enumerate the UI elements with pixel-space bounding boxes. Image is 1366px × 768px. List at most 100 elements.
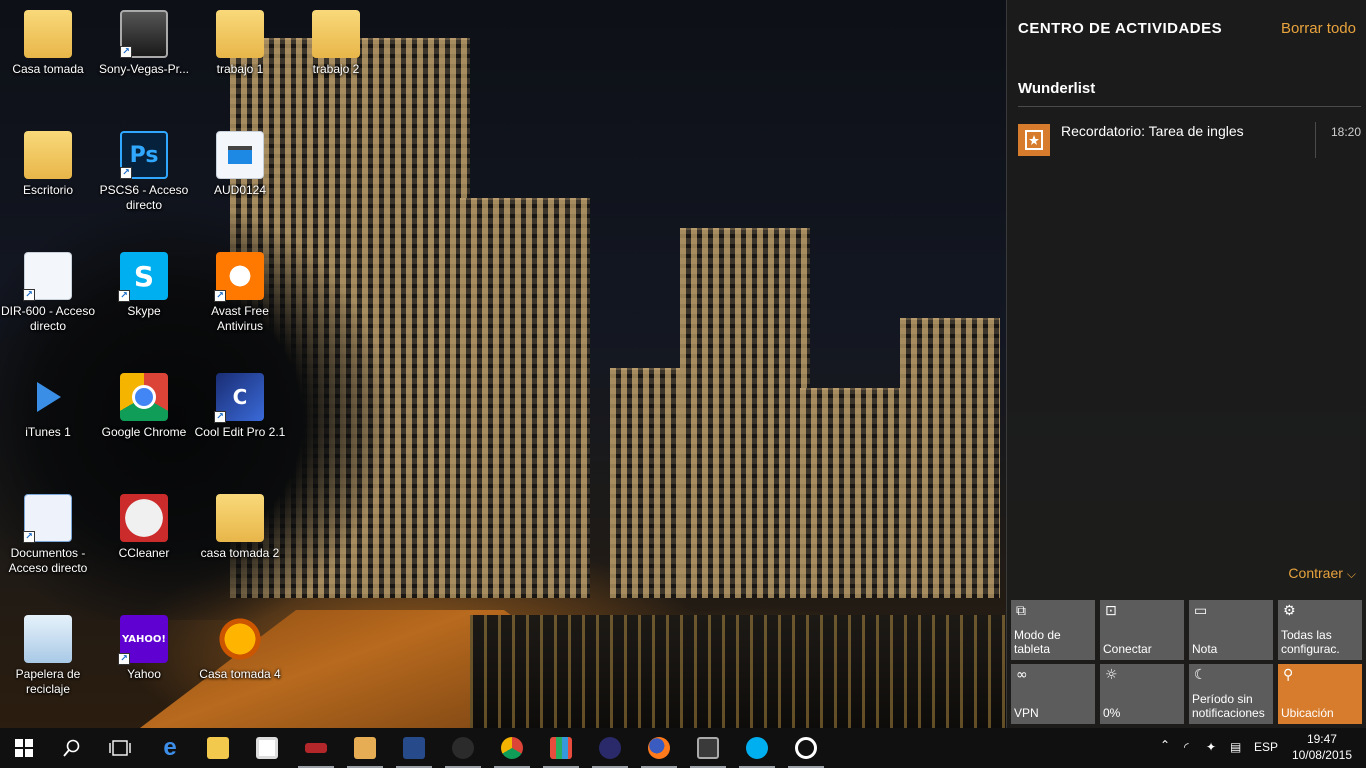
language-indicator[interactable]: ESP (1254, 740, 1278, 754)
tile-quiet-hours[interactable]: ☾ Período sin notificaciones (1189, 664, 1273, 724)
taskbar-edge[interactable]: e (146, 728, 194, 768)
tile-vpn[interactable]: ∞ VPN (1011, 664, 1095, 724)
wallpaper-water (470, 615, 1010, 728)
taskbar-app-red[interactable] (292, 728, 340, 768)
wallpaper-building (800, 388, 910, 598)
location-icon: ⚲ (1283, 667, 1294, 683)
system-tray: ⌃ ◜ ✦ ▤ ESP 19:47 10/08/2015 (1146, 728, 1366, 768)
desktop-icon-casa-tomada[interactable]: Casa tomada (0, 4, 96, 116)
tile-connect[interactable]: ⊡ Conectar (1100, 600, 1184, 660)
collapse-label: Contraer (1288, 565, 1343, 581)
apps-grid-icon (550, 737, 572, 759)
task-view-button[interactable] (96, 728, 144, 768)
wallpaper-building (680, 228, 810, 598)
desktop-icon-papelera[interactable]: Papelera de reciclaje (0, 609, 96, 721)
gamepad-app-icon (452, 737, 474, 759)
desktop-icon-cool-edit[interactable]: C ↗ Cool Edit Pro 2.1 (192, 367, 288, 479)
action-center-icon[interactable]: ▤ (1230, 740, 1241, 754)
desktop-icon-dir600[interactable]: ↗ DIR-600 - Acceso directo (0, 246, 96, 358)
desktop-icon-casa-tomada-2[interactable]: casa tomada 2 (192, 488, 288, 600)
settings-icon: ⚙ (1283, 603, 1296, 619)
tile-location[interactable]: ⚲ Ubicación (1278, 664, 1362, 724)
desktop-icon-itunes[interactable]: iTunes 1 (0, 367, 96, 479)
tile-tablet-mode[interactable]: ⧉ Modo de tableta (1011, 600, 1095, 660)
yahoo-icon: YAHOO! ↗ (118, 615, 168, 665)
start-icon (15, 739, 33, 757)
folder-icon (312, 10, 360, 58)
tile-all-settings[interactable]: ⚙ Todas las configurac. (1278, 600, 1362, 660)
firefox-icon (648, 737, 670, 759)
task-view-icon (109, 740, 131, 756)
folder-firefox-icon (24, 131, 72, 179)
skype-icon (746, 737, 768, 759)
connect-icon: ⊡ (1105, 603, 1117, 619)
taskbar-apps-grid[interactable] (537, 728, 585, 768)
taskbar-wizard-app[interactable] (586, 728, 634, 768)
chrome-icon (120, 373, 168, 421)
notification-time: 18:20 (1330, 125, 1361, 139)
note-icon: ▭ (1194, 603, 1208, 619)
taskbar-groove[interactable] (782, 728, 830, 768)
tile-note[interactable]: ▭ Nota (1189, 600, 1273, 660)
desktop-icon-google-chrome[interactable]: Google Chrome (96, 367, 192, 479)
desktop-icon-skype[interactable]: S ↗ Skype (96, 246, 192, 358)
show-hidden-icons-chevron-up-icon[interactable]: ⌃ (1160, 738, 1170, 752)
desktop-icon-sony-vegas[interactable]: ↗ Sony-Vegas-Pr... (96, 4, 192, 116)
desktop-icon-ccleaner[interactable]: CCleaner (96, 488, 192, 600)
taskbar-video-player[interactable] (341, 728, 389, 768)
desktop-icon-escritorio[interactable]: Escritorio (0, 125, 96, 237)
desktop-icon-yahoo[interactable]: YAHOO! ↗ Yahoo (96, 609, 192, 721)
vpn-icon: ∞ (1016, 667, 1028, 683)
divider (1018, 106, 1361, 107)
store-icon (256, 737, 278, 759)
play-arrow-icon (24, 373, 72, 421)
groove-icon (795, 737, 817, 759)
video-player-icon (354, 737, 376, 759)
action-center-header: CENTRO DE ACTIVIDADES Borrar todo (1018, 18, 1356, 40)
quick-actions: ⧉ Modo de tableta ⊡ Conectar ▭ Nota ⚙ To… (1011, 600, 1363, 724)
notification-item[interactable]: Recordatorio: Tarea de ingles 18:20 (1018, 118, 1361, 158)
taskbar-firefox[interactable] (635, 728, 683, 768)
desktop-icon-trabajo-2[interactable]: trabajo 2 (288, 4, 384, 116)
movie-app-icon (403, 737, 425, 759)
clear-all-link[interactable]: Borrar todo (1281, 20, 1356, 37)
search-button[interactable] (48, 728, 96, 768)
desktop-icon-casa-tomada-4[interactable]: Casa tomada 4 (192, 609, 288, 721)
avast-icon: ↗ (214, 252, 264, 302)
desktop-icon-aud0124[interactable]: AUD0124 (192, 125, 288, 237)
wunderlist-icon (1018, 124, 1050, 156)
media-icon (697, 737, 719, 759)
taskbar-movie-app[interactable] (390, 728, 438, 768)
moon-icon: ☾ (1194, 667, 1207, 683)
clock-time: 19:47 (1306, 732, 1337, 746)
desktop-icon-documentos[interactable]: ↗ Documentos - Acceso directo (0, 488, 96, 600)
desktop-icon-avast[interactable]: ↗ Avast Free Antivirus (192, 246, 288, 358)
taskbar-file-explorer[interactable] (194, 728, 242, 768)
desktop-icon-trabajo-1[interactable]: trabajo 1 (192, 4, 288, 116)
app-red-icon (305, 743, 327, 753)
recycle-bin-icon (24, 615, 72, 663)
clock[interactable]: 19:47 10/08/2015 (1292, 731, 1352, 763)
blank-file-icon: ↗ (23, 252, 72, 301)
wifi-icon[interactable]: ◜ (1184, 740, 1189, 754)
notification-text: Recordatorio: Tarea de ingles (1061, 123, 1244, 139)
dropbox-icon[interactable]: ✦ (1206, 740, 1216, 754)
taskbar-media[interactable] (684, 728, 732, 768)
taskbar-gamepad-app[interactable] (439, 728, 487, 768)
wizard-app-icon (599, 737, 621, 759)
taskbar-skype[interactable] (733, 728, 781, 768)
chevron-down-icon: ⌵ (1346, 567, 1356, 581)
collapse-button[interactable]: Contraer ⌵ (1288, 565, 1356, 582)
file-explorer-icon (207, 737, 229, 759)
action-center-panel: CENTRO DE ACTIVIDADES Borrar todo Wunder… (1006, 0, 1366, 728)
taskbar-chrome[interactable] (488, 728, 536, 768)
wallpaper-building (900, 318, 1000, 598)
action-center-title: CENTRO DE ACTIVIDADES (1018, 20, 1223, 37)
audacity-icon (216, 615, 264, 663)
desktop-icon-pscs6[interactable]: Ps ↗ PSCS6 - Acceso directo (96, 125, 192, 237)
notification-separator (1315, 122, 1316, 158)
tile-brightness[interactable]: ☼ 0% (1100, 664, 1184, 724)
search-icon (63, 739, 80, 757)
start-button[interactable] (0, 728, 48, 768)
taskbar-store[interactable] (243, 728, 291, 768)
